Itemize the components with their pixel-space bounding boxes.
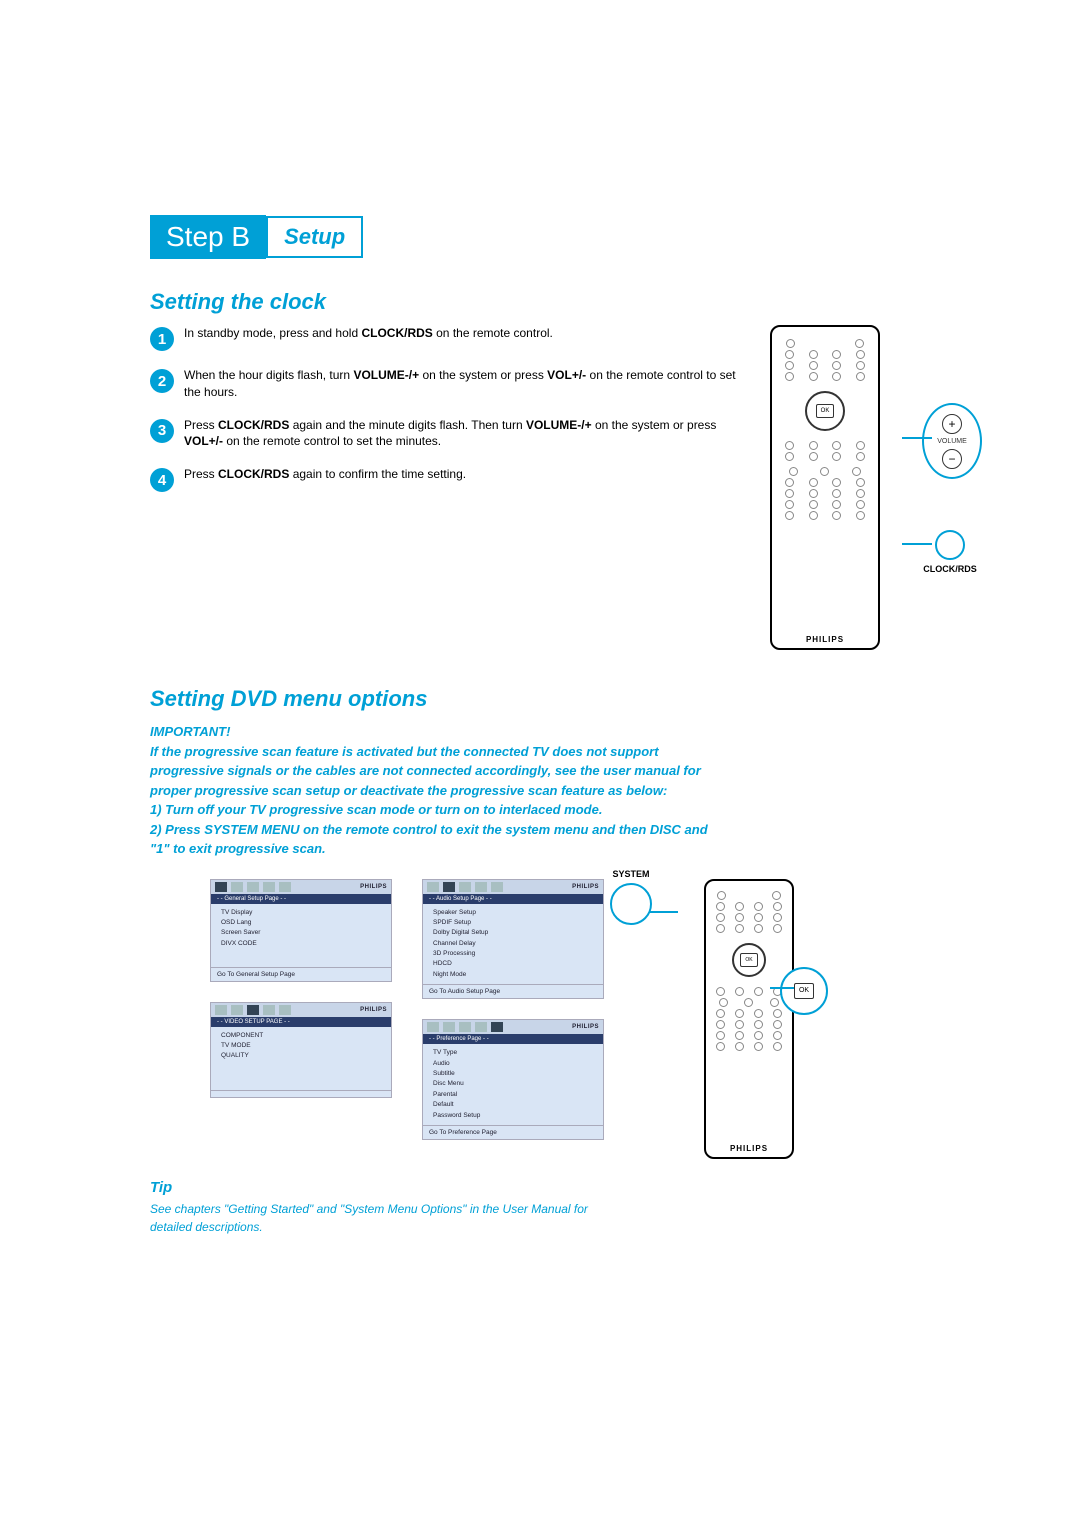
osd-item: Parental <box>433 1090 593 1100</box>
clock-content: 1 In standby mode, press and hold CLOCK/… <box>150 325 930 650</box>
callout-line <box>902 437 932 439</box>
step-3: 3 Press CLOCK/RDS again and the minute d… <box>150 417 750 451</box>
osd-audio: PHILIPS - - Audio Setup Page - - Speaker… <box>422 879 604 1000</box>
osd-item: HDCD <box>433 959 593 969</box>
osd-item: Subtitle <box>433 1069 593 1079</box>
osd-brand: PHILIPS <box>572 1024 599 1030</box>
step-badge: Step B <box>150 215 266 259</box>
system-circle-icon <box>610 883 652 925</box>
brand-label: PHILIPS <box>706 1144 792 1153</box>
step-num: 4 <box>150 468 174 492</box>
remote-box: OK PHILIPS <box>704 879 794 1159</box>
osd-item: Channel Delay <box>433 939 593 949</box>
step-text: When the hour digits flash, turn VOLUME-… <box>184 367 750 401</box>
volume-callout: + VOLUME − <box>922 403 982 479</box>
osd-item: COMPONENT <box>221 1031 381 1041</box>
plus-icon: + <box>942 414 962 434</box>
section-title-dvd: Setting DVD menu options <box>150 686 930 712</box>
section-title-clock: Setting the clock <box>150 289 930 315</box>
important-body: 2) Press SYSTEM MENU on the remote contr… <box>150 820 710 859</box>
remote-illustration-2: OK PHILIPS SYSTEM OK <box>644 879 794 1159</box>
setup-badge: Setup <box>266 216 363 258</box>
osd-item: SPDIF Setup <box>433 918 593 928</box>
steps-col: 1 In standby mode, press and hold CLOCK/… <box>150 325 750 650</box>
step-text: In standby mode, press and hold CLOCK/RD… <box>184 325 553 342</box>
osd-screens: PHILIPS - - General Setup Page - - TV Di… <box>210 879 604 1140</box>
osd-item: Dolby Digital Setup <box>433 928 593 938</box>
osd-item: 3D Processing <box>433 949 593 959</box>
ok-button-icon: OK <box>732 943 766 977</box>
osd-item: Screen Saver <box>221 928 381 938</box>
remote-illustration: OK PHILIPS + VOLUME − CLOCK/ <box>770 325 930 650</box>
osd-video: PHILIPS - - VIDEO SETUP PAGE - - COMPONE… <box>210 1002 392 1098</box>
osd-general: PHILIPS - - General Setup Page - - TV Di… <box>210 879 392 982</box>
important-block: IMPORTANT! If the progressive scan featu… <box>150 722 710 859</box>
step-num: 1 <box>150 327 174 351</box>
osd-item: OSD Lang <box>221 918 381 928</box>
important-body: 1) Turn off your TV progressive scan mod… <box>150 800 710 820</box>
osd-item: TV MODE <box>221 1041 381 1051</box>
osd-footer: Go To Preference Page <box>423 1125 603 1139</box>
tip-title: Tip <box>150 1179 930 1196</box>
clockrds-circle-icon <box>935 530 965 560</box>
step-text: Press CLOCK/RDS again and the minute dig… <box>184 417 750 451</box>
osd-item: Audio <box>433 1059 593 1069</box>
osd-tab: - - Audio Setup Page - - <box>423 894 603 904</box>
system-callout: SYSTEM <box>610 869 652 925</box>
tip-block: Tip See chapters "Getting Started" and "… <box>150 1179 930 1236</box>
clockrds-label: CLOCK/RDS <box>910 564 990 574</box>
osd-footer <box>211 1090 391 1097</box>
osd-footer: Go To General Setup Page <box>211 967 391 981</box>
page: Step B Setup Setting the clock 1 In stan… <box>0 0 1080 1316</box>
step-num: 3 <box>150 419 174 443</box>
step-text: Press CLOCK/RDS again to confirm the tim… <box>184 466 466 483</box>
osd-tab: - - Preference Page - - <box>423 1034 603 1044</box>
important-body: If the progressive scan feature is activ… <box>150 742 710 801</box>
ok-label: OK <box>816 404 834 418</box>
callout-line <box>902 543 932 545</box>
osd-item: TV Type <box>433 1048 593 1058</box>
osd-item: Password Setup <box>433 1111 593 1121</box>
osd-preference: PHILIPS - - Preference Page - - TV Type … <box>422 1019 604 1140</box>
osd-brand: PHILIPS <box>572 884 599 890</box>
volume-label: VOLUME <box>937 438 967 445</box>
minus-icon: − <box>942 449 962 469</box>
brand-label: PHILIPS <box>772 635 878 644</box>
osd-brand: PHILIPS <box>360 1007 387 1013</box>
osd-tab: - - VIDEO SETUP PAGE - - <box>211 1017 391 1027</box>
osd-item: Speaker Setup <box>433 908 593 918</box>
screens-row: PHILIPS - - General Setup Page - - TV Di… <box>150 879 930 1159</box>
osd-item: TV Display <box>221 908 381 918</box>
osd-item: QUALITY <box>221 1051 381 1061</box>
osd-item: DIVX CODE <box>221 939 381 949</box>
step-1: 1 In standby mode, press and hold CLOCK/… <box>150 325 750 351</box>
important-label: IMPORTANT! <box>150 722 710 742</box>
osd-item: Default <box>433 1100 593 1110</box>
ok-callout: OK <box>780 967 828 1015</box>
step-2: 2 When the hour digits flash, turn VOLUM… <box>150 367 750 401</box>
header: Step B Setup <box>150 215 930 259</box>
osd-item: Disc Menu <box>433 1079 593 1089</box>
osd-tab: - - General Setup Page - - <box>211 894 391 904</box>
osd-footer: Go To Audio Setup Page <box>423 984 603 998</box>
ok-button-icon: OK <box>805 391 845 431</box>
ok-label: OK <box>740 953 758 967</box>
step-4: 4 Press CLOCK/RDS again to confirm the t… <box>150 466 750 492</box>
clockrds-callout: CLOCK/RDS <box>910 530 990 574</box>
callout-line <box>650 911 678 913</box>
tip-text: See chapters "Getting Started" and "Syst… <box>150 1200 610 1236</box>
remote-box: OK PHILIPS <box>770 325 880 650</box>
osd-brand: PHILIPS <box>360 884 387 890</box>
ok-callout-label: OK <box>794 983 814 999</box>
osd-item: Night Mode <box>433 970 593 980</box>
callout-line <box>770 987 794 989</box>
step-num: 2 <box>150 369 174 393</box>
system-label: SYSTEM <box>610 869 652 879</box>
